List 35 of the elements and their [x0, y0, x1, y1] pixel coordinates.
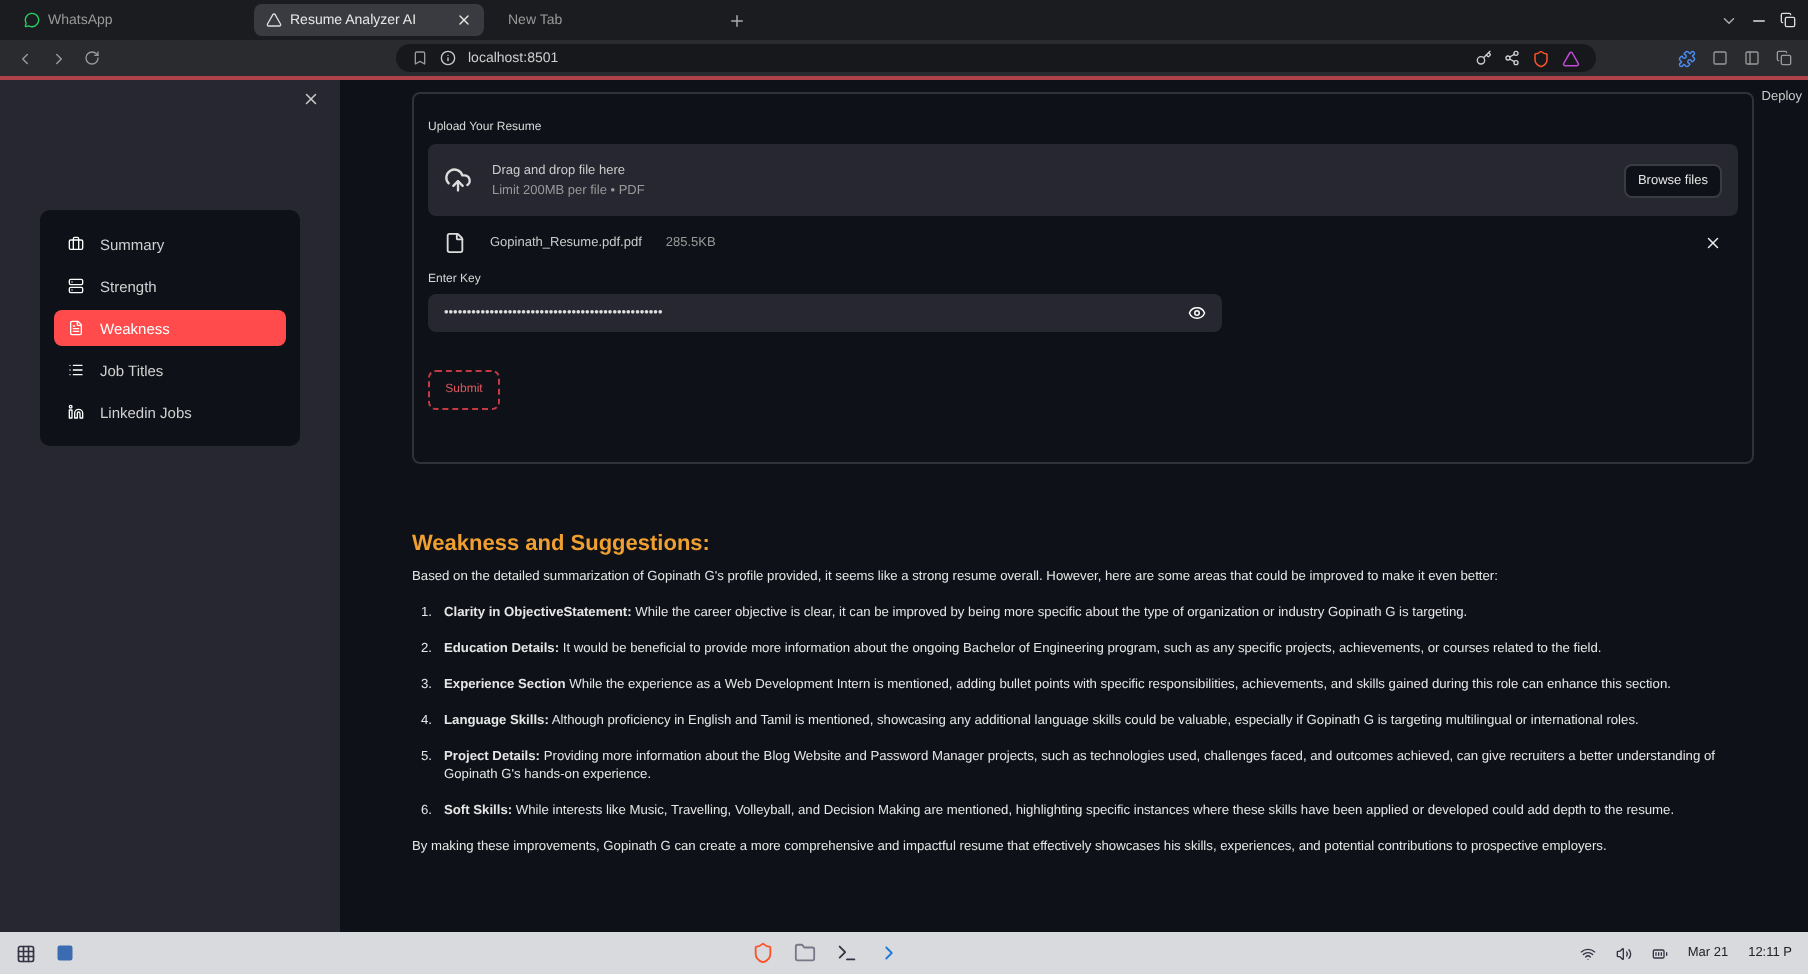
key-icon[interactable] [1476, 50, 1492, 66]
briefcase-icon [68, 236, 84, 252]
close-icon[interactable] [456, 12, 472, 28]
restore-icon[interactable] [1780, 12, 1796, 28]
app-grid-icon[interactable] [16, 943, 36, 963]
section-heading: Weakness and Suggestions: [412, 532, 712, 556]
info-icon[interactable] [440, 50, 456, 66]
chat-bubble-icon [24, 12, 40, 28]
square-icon[interactable] [1712, 50, 1728, 66]
reload-icon[interactable] [84, 50, 100, 66]
window-icon[interactable] [1776, 50, 1792, 66]
volume-icon[interactable] [1615, 945, 1632, 961]
battery-icon[interactable] [1651, 945, 1668, 961]
document-icon [68, 320, 84, 336]
new-tab-icon[interactable] [728, 11, 746, 29]
wifi-icon[interactable] [1579, 945, 1596, 961]
linkedin-icon [68, 404, 84, 420]
shield-icon[interactable] [1532, 49, 1550, 67]
sidebar-icon[interactable] [1744, 50, 1760, 66]
close-button[interactable] [302, 90, 320, 108]
share-icon[interactable] [1504, 50, 1520, 66]
terminal-icon[interactable] [836, 942, 859, 964]
folder-icon[interactable] [794, 942, 817, 964]
back-icon[interactable] [16, 49, 34, 67]
bookmark-icon[interactable] [412, 50, 428, 66]
upload-icon [444, 166, 472, 194]
triangle-icon [266, 12, 282, 28]
forward-icon[interactable] [50, 49, 68, 67]
list-icon [68, 362, 84, 378]
triangle-icon[interactable] [1562, 49, 1580, 67]
remove-icon[interactable] [1704, 233, 1722, 251]
server-icon [68, 278, 84, 294]
file-icon [444, 231, 466, 253]
puzzle-icon[interactable] [1678, 49, 1696, 67]
eye-icon[interactable] [1188, 304, 1206, 322]
